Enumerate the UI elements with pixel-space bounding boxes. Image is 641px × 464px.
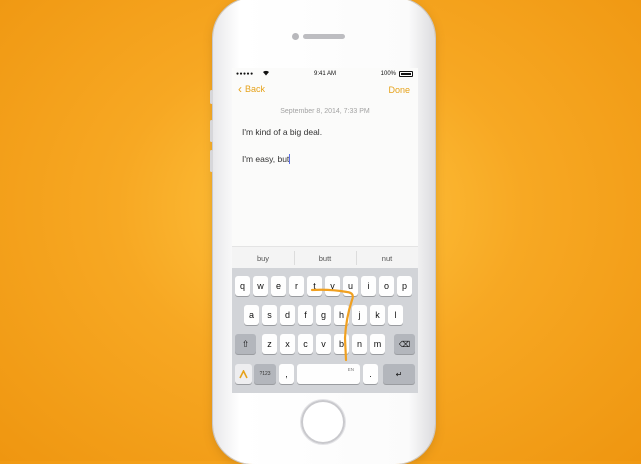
return-key[interactable]: ↵ — [383, 364, 415, 384]
shift-key[interactable]: ⇧ — [235, 334, 256, 354]
key-u[interactable]: u — [343, 276, 358, 296]
comma-key[interactable]: , — [279, 364, 294, 384]
swype-icon — [239, 369, 248, 378]
suggestion-2[interactable]: butt — [294, 250, 356, 265]
volume-up-button — [210, 120, 213, 142]
keyboard: q w e r t y u i o p a s d f g h j k l ⇧ … — [232, 268, 418, 393]
numbers-key[interactable]: ?123 — [254, 364, 276, 384]
backspace-key[interactable]: ⌫ — [394, 334, 415, 354]
key-r[interactable]: r — [289, 276, 304, 296]
key-c[interactable]: c — [298, 334, 313, 354]
key-o[interactable]: o — [379, 276, 394, 296]
key-n[interactable]: n — [352, 334, 367, 354]
home-button[interactable] — [301, 400, 345, 444]
earpiece-speaker — [303, 34, 345, 39]
volume-down-button — [210, 150, 213, 172]
return-icon: ↵ — [395, 369, 403, 379]
key-q[interactable]: q — [235, 276, 250, 296]
battery-percent: 100% — [380, 71, 396, 77]
key-d[interactable]: d — [280, 305, 295, 325]
note-text-line-1[interactable]: I'm kind of a big deal. — [242, 127, 322, 137]
backspace-icon: ⌫ — [398, 339, 411, 349]
key-m[interactable]: m — [370, 334, 385, 354]
suggestion-1[interactable]: buy — [232, 254, 294, 263]
key-f[interactable]: f — [298, 305, 313, 325]
prediction-bar: buy butt nut — [232, 246, 418, 269]
phone-frame: ●●●●● 9:41 AM 100% ‹ Back Done September… — [210, 0, 435, 464]
period-key[interactable]: . — [363, 364, 378, 384]
silent-switch — [210, 90, 213, 104]
done-button[interactable]: Done — [388, 85, 410, 95]
key-g[interactable]: g — [316, 305, 331, 325]
key-h[interactable]: h — [334, 305, 349, 325]
key-z[interactable]: z — [262, 334, 277, 354]
space-key[interactable]: EN — [297, 364, 360, 384]
note-text-line-2-content: I'm easy, but — [242, 154, 290, 164]
key-p[interactable]: p — [397, 276, 412, 296]
status-bar: ●●●●● 9:41 AM 100% — [232, 68, 418, 80]
key-w[interactable]: w — [253, 276, 268, 296]
key-k[interactable]: k — [370, 305, 385, 325]
note-timestamp: September 8, 2014, 7:33 PM — [280, 108, 370, 115]
note-text-line-2[interactable]: I'm easy, but — [242, 154, 291, 164]
key-a[interactable]: a — [244, 305, 259, 325]
key-j[interactable]: j — [352, 305, 367, 325]
text-cursor — [289, 154, 291, 164]
swype-logo-key[interactable] — [235, 364, 252, 384]
shift-icon: ⇧ — [241, 338, 250, 349]
back-label: Back — [245, 84, 266, 94]
key-x[interactable]: x — [280, 334, 295, 354]
key-v[interactable]: v — [316, 334, 331, 354]
phone-screen: ●●●●● 9:41 AM 100% ‹ Back Done September… — [232, 68, 418, 393]
key-t[interactable]: t — [307, 276, 322, 296]
key-y[interactable]: y — [325, 276, 340, 296]
battery-icon — [399, 71, 413, 77]
key-e[interactable]: e — [271, 276, 286, 296]
key-s[interactable]: s — [262, 305, 277, 325]
key-i[interactable]: i — [361, 276, 376, 296]
key-l[interactable]: l — [388, 305, 403, 325]
suggestion-3[interactable]: nut — [356, 250, 418, 265]
front-camera — [292, 33, 299, 40]
back-button[interactable]: ‹ Back — [238, 81, 266, 96]
notes-nav-bar: ‹ Back Done — [232, 81, 418, 100]
key-b[interactable]: b — [334, 334, 349, 354]
chevron-left-icon: ‹ — [238, 81, 242, 96]
